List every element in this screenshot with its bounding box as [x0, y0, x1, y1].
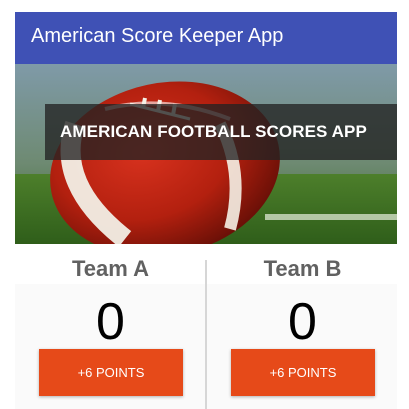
hero-banner-text: AMERICAN FOOTBALL SCORES APP — [60, 122, 367, 141]
team-b-name: Team B — [263, 256, 342, 281]
app-bar: American Score Keeper App — [15, 12, 397, 64]
hero-image: AMERICAN FOOTBALL SCORES APP — [15, 64, 397, 244]
team-b-add-points-button[interactable]: +6 POINTS — [231, 349, 375, 396]
app-title: American Score Keeper App — [31, 25, 284, 47]
hero-banner: AMERICAN FOOTBALL SCORES APP — [45, 104, 397, 160]
team-a-add-points-button[interactable]: +6 POINTS — [39, 349, 183, 396]
team-a-name: Team A — [71, 256, 150, 281]
app-screen: American Score Keeper App AMERICAN FOOTB… — [15, 12, 397, 409]
team-b-column: Team B 0 +6 POINTS — [207, 244, 397, 409]
team-a-score: 0 — [96, 293, 125, 351]
team-a-column: Team A 0 +6 POINTS — [15, 244, 206, 409]
team-b-score: 0 — [288, 293, 317, 351]
